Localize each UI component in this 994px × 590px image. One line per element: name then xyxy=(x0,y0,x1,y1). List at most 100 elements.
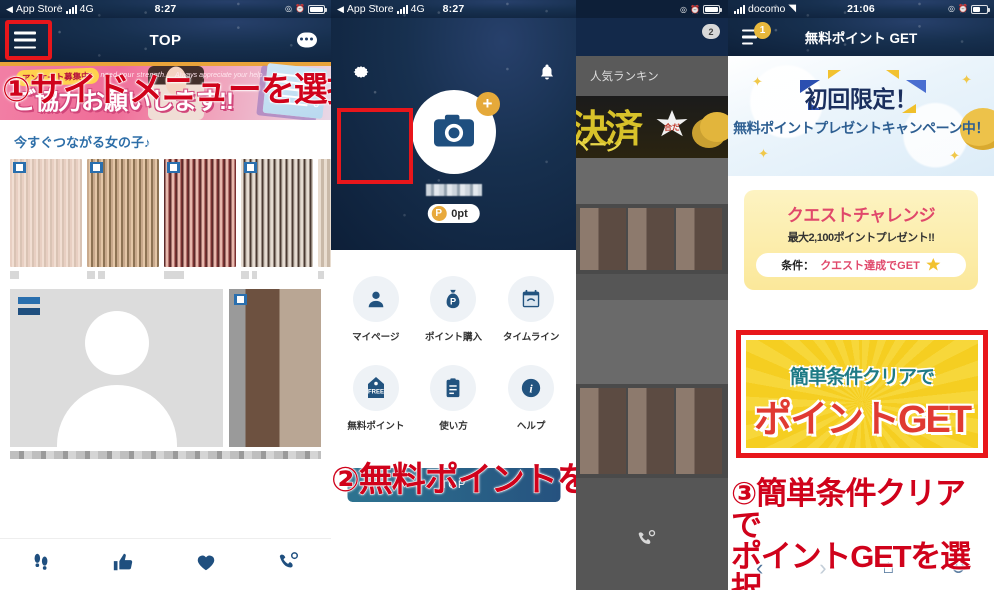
sparkle-icon: ✦ xyxy=(949,148,960,163)
hero-headline: 初回限定！ xyxy=(804,86,918,112)
screenshot-stage: ◀ App Store 4G 8:27 ◎ ⏰ TOP ①サイドメニューを選択 xyxy=(0,0,994,590)
menu-item-label: タイムライン xyxy=(502,332,560,343)
info-icon: i xyxy=(508,365,555,411)
thumbnail-caption xyxy=(241,271,313,279)
free-tag-icon: FREE xyxy=(352,365,399,411)
svg-text:P: P xyxy=(450,297,456,307)
thumbs-up-icon[interactable] xyxy=(111,551,135,578)
background-thumbnails xyxy=(576,384,728,478)
background-thumbnails xyxy=(576,204,728,274)
promo-star-label: 合だ xyxy=(664,123,680,132)
promo-subtext: ペーン xyxy=(576,136,623,155)
points-value: 0pt xyxy=(451,207,468,220)
quest-condition-value: クエスト達成でGET xyxy=(820,260,920,272)
gear-icon[interactable] xyxy=(351,62,371,87)
campaign-hero: ✦ ✦ ✦ ✦ 初回限定！ 無料ポイントプレゼントキャンペーン中！ xyxy=(728,56,994,176)
list-item[interactable] xyxy=(87,159,159,279)
phone-panel-free-points: ◎ ⏰ 2 人気ランキン 決済 合だ ペーン docomo ◥ 21:06 ◎ … xyxy=(576,0,994,590)
new-badge-icon xyxy=(234,294,247,305)
list-item[interactable] xyxy=(318,159,331,279)
card-tag-secondary xyxy=(18,308,40,315)
phone-panel-top-screen: ◀ App Store 4G 8:27 ◎ ⏰ TOP ①サイドメニューを選択 xyxy=(0,0,331,590)
status-bar: ◀ App Store 4G 8:27 xyxy=(331,0,576,18)
thumbnail-caption xyxy=(87,271,159,279)
quest-challenge-card[interactable]: クエストチャレンジ 最大2,100ポイントプレゼント!! 条件： クエスト達成で… xyxy=(744,190,978,290)
featured-photo-card[interactable] xyxy=(229,289,321,447)
promo-coin-icon xyxy=(700,112,728,142)
menu-item-help[interactable]: i ヘルプ xyxy=(492,357,570,440)
new-badge-icon xyxy=(90,162,103,173)
thumbnail-caption xyxy=(318,271,331,279)
background-status-bar: ◎ ⏰ xyxy=(576,0,728,18)
battery-icon xyxy=(703,4,722,14)
annotation-step-3: ③簡単条件クリアで ポイントGETを選択 xyxy=(731,476,972,590)
heart-icon[interactable] xyxy=(194,551,218,578)
avatar-placeholder-body xyxy=(56,385,177,447)
new-badge-icon xyxy=(13,162,26,173)
status-right: ◎ ⏰ xyxy=(948,0,990,18)
list-item[interactable] xyxy=(164,159,236,279)
banner-top-text: 簡単条件クリアで xyxy=(789,367,935,388)
menu-item-timeline[interactable]: タイムライン xyxy=(492,268,570,351)
person-icon xyxy=(352,276,399,322)
annotation-step-2: ②無料ポイントを選択 xyxy=(331,461,576,500)
girls-thumbnail-row xyxy=(0,159,331,279)
background-section-label: 人気ランキン xyxy=(576,56,728,96)
alarm-icon: ⏰ xyxy=(295,4,305,13)
status-time: 8:27 xyxy=(442,3,465,15)
phone-settings-icon xyxy=(636,529,658,554)
avatar-wrapper[interactable]: + xyxy=(411,90,500,174)
annotation-step-1: ①サイドメニューを選択 xyxy=(2,71,331,110)
bell-icon[interactable] xyxy=(538,62,556,87)
status-bar: docomo ◥ 21:06 ◎ ⏰ xyxy=(728,0,994,18)
decor-triangle xyxy=(828,70,841,79)
point-get-banner[interactable]: 簡単条件クリアで ポイントGET xyxy=(746,340,978,448)
points-pill[interactable]: P 0pt xyxy=(427,204,480,223)
menu-item-how-to-use[interactable]: 使い方 xyxy=(415,357,493,440)
side-menu-grid: マイページ P ポイント購入 タイムライン FREE 無料ポイント 使い方 i … xyxy=(331,250,576,440)
quest-title: クエストチャレンジ xyxy=(786,206,936,225)
camera-icon xyxy=(433,114,474,147)
thumbnail-caption xyxy=(10,271,82,279)
thumbnail-image xyxy=(241,159,313,267)
footprints-icon[interactable] xyxy=(30,551,52,578)
thumbnail-caption xyxy=(164,271,236,279)
background-app-dimmed: ◎ ⏰ 2 人気ランキン 決済 合だ ペーン xyxy=(576,0,728,590)
avatar[interactable]: + xyxy=(411,90,500,174)
background-navbar: 2 xyxy=(576,18,728,56)
thumbnail-image xyxy=(318,159,331,267)
chat-badge: 2 xyxy=(702,24,720,39)
avatar-placeholder-icon xyxy=(84,311,149,375)
menu-item-point-purchase[interactable]: P ポイント購入 xyxy=(415,268,493,351)
featured-row xyxy=(0,279,331,447)
status-time: 8:27 xyxy=(154,3,177,15)
add-photo-button[interactable]: + xyxy=(475,92,500,116)
menu-item-label: マイページ xyxy=(352,332,400,343)
thumbnail-image xyxy=(87,159,159,267)
placeholder-avatar-card[interactable] xyxy=(10,289,223,447)
phone-panel-side-menu: ◀ App Store 4G 8:27 + P 0pt マイページ P ポイント… xyxy=(331,0,576,590)
background-promo-banner: 決済 合だ ペーン xyxy=(576,96,728,158)
decor-triangle xyxy=(886,70,899,79)
menu-item-free-points[interactable]: FREE 無料ポイント xyxy=(337,357,415,440)
menu-item-mypage[interactable]: マイページ xyxy=(337,268,415,351)
location-icon: ◎ xyxy=(948,4,956,13)
location-icon: ◎ xyxy=(285,4,293,13)
list-item[interactable] xyxy=(10,159,82,279)
navbar: 1 無料ポイント GET xyxy=(728,18,994,56)
highlight-box-point-get-banner: 簡単条件クリアで ポイントGET xyxy=(736,330,988,458)
thumbnail-strip xyxy=(10,451,321,459)
battery-icon xyxy=(308,4,327,14)
sparkle-icon: ✦ xyxy=(758,146,769,161)
card-tag-primary xyxy=(18,297,40,304)
thumbnail-image xyxy=(164,159,236,267)
hero-subline: 無料ポイントプレゼントキャンペーン中！ xyxy=(733,120,989,136)
banner-main-text: ポイントGET xyxy=(753,399,972,441)
menu-item-label: ポイント購入 xyxy=(424,332,482,343)
list-item[interactable] xyxy=(241,159,313,279)
star-icon xyxy=(926,258,941,271)
chat-bubble-icon[interactable] xyxy=(297,32,317,48)
phone-settings-icon[interactable] xyxy=(277,551,301,578)
battery-icon xyxy=(971,4,990,14)
new-badge-icon xyxy=(167,162,180,173)
